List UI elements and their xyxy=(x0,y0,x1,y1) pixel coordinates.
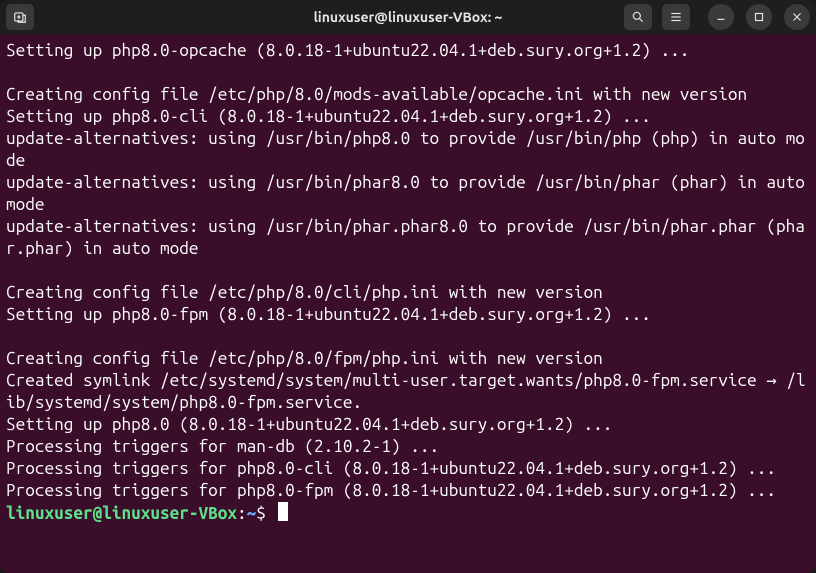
prompt-colon: : xyxy=(237,504,247,523)
prompt-line: linuxuser@linuxuser-VBox:~$ xyxy=(6,504,288,523)
search-icon xyxy=(631,10,645,24)
minimize-icon xyxy=(714,10,728,24)
minimize-button[interactable] xyxy=(708,4,734,30)
hamburger-icon xyxy=(669,10,683,24)
new-tab-button[interactable] xyxy=(6,4,34,30)
titlebar: linuxuser@linuxuser-VBox: ~ xyxy=(0,0,816,34)
maximize-button[interactable] xyxy=(746,4,772,30)
terminal-output-text: Setting up php8.0-opcache (8.0.18-1+ubun… xyxy=(6,41,815,500)
close-button[interactable] xyxy=(784,4,810,30)
terminal-window: linuxuser@linuxuser-VBox: ~ xyxy=(0,0,816,573)
prompt-path: ~ xyxy=(247,504,257,523)
maximize-icon xyxy=(752,10,766,24)
window-title: linuxuser@linuxuser-VBox: ~ xyxy=(314,9,503,25)
menu-button[interactable] xyxy=(662,4,690,30)
prompt-dollar: $ xyxy=(256,504,275,523)
prompt-user: linuxuser@linuxuser-VBox xyxy=(6,504,237,523)
new-tab-icon xyxy=(13,10,27,24)
close-icon xyxy=(790,10,804,24)
search-button[interactable] xyxy=(624,4,652,30)
cursor xyxy=(278,502,288,521)
terminal-output-area[interactable]: Setting up php8.0-opcache (8.0.18-1+ubun… xyxy=(0,34,816,573)
